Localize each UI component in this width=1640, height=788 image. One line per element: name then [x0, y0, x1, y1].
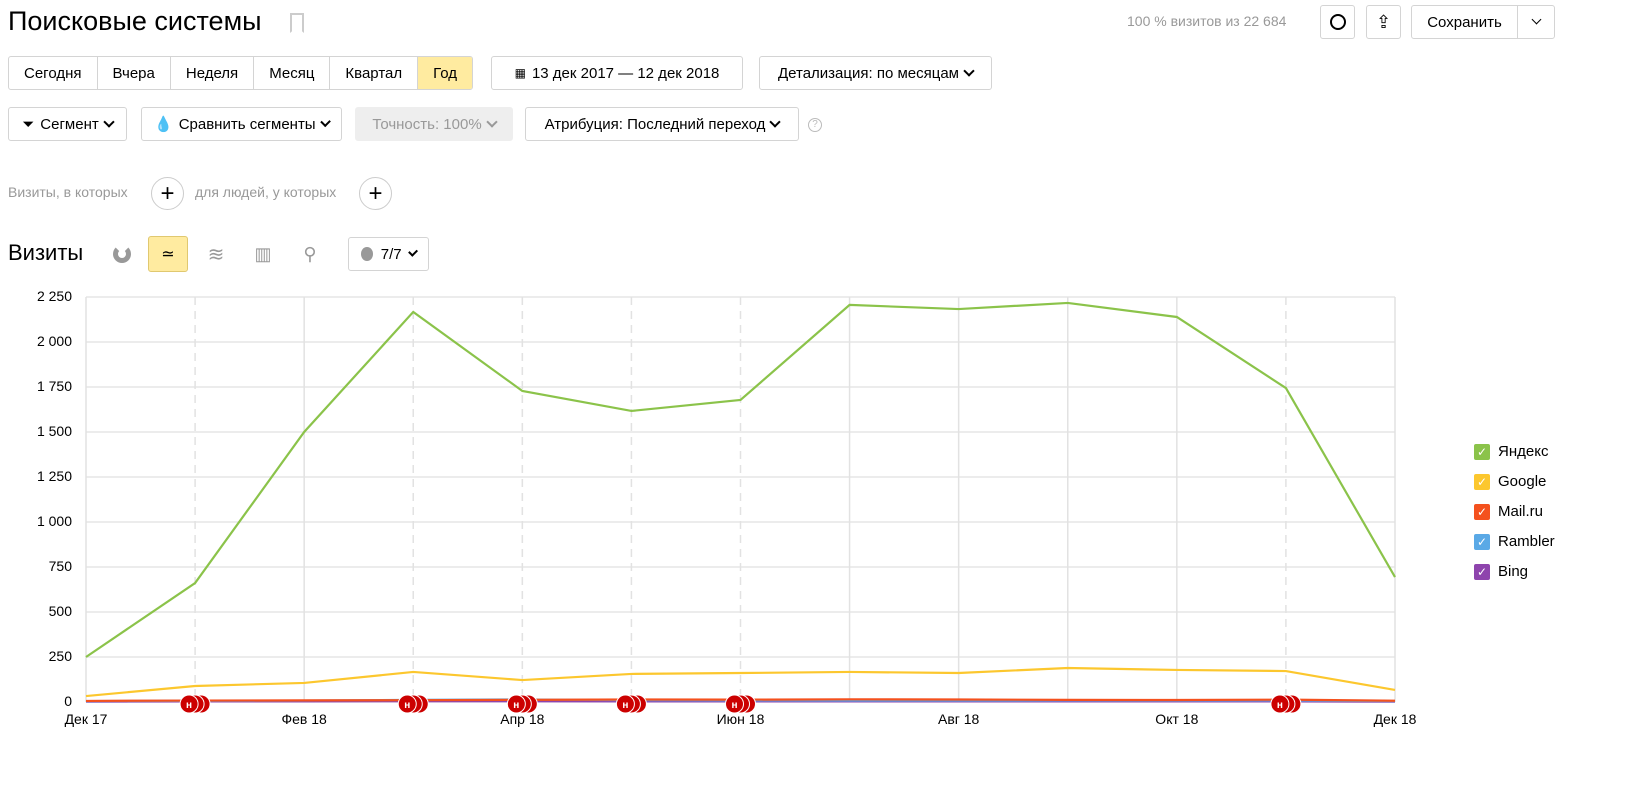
annotation-label: н: [731, 700, 737, 711]
x-tick-label: Авг 18: [937, 711, 980, 727]
y-tick-label: 1 750: [36, 378, 72, 394]
annotation-label: н: [186, 700, 192, 711]
y-tick-label: 0: [64, 693, 72, 709]
y-tick-label: 500: [48, 603, 72, 619]
x-tick-label: Апр 18: [500, 711, 545, 727]
y-tick-label: 1 250: [36, 468, 72, 484]
y-tick-label: 1 000: [36, 513, 72, 529]
annotation-label: н: [513, 700, 519, 711]
legend-label: Rambler: [1498, 533, 1555, 550]
checkbox-icon[interactable]: ✓: [1474, 503, 1490, 520]
legend-item[interactable]: ✓ Google: [1474, 473, 1546, 490]
x-tick-label: Фев 18: [281, 711, 327, 727]
checkbox-icon[interactable]: ✓: [1474, 473, 1490, 490]
checkbox-icon[interactable]: ✓: [1474, 443, 1490, 460]
line-chart: нннннн: [85, 296, 1396, 714]
y-tick-label: 250: [48, 648, 72, 664]
annotation-label: н: [1277, 700, 1283, 711]
legend-item[interactable]: ✓ Rambler: [1474, 533, 1555, 550]
annotation-label: н: [622, 700, 628, 711]
y-tick-label: 2 000: [36, 333, 72, 349]
x-tick-label: Дек 17: [64, 711, 108, 727]
legend-label: Google: [1498, 473, 1547, 490]
legend-label: Mail.ru: [1498, 503, 1544, 520]
legend-item[interactable]: ✓ Mail.ru: [1474, 503, 1543, 520]
legend-item[interactable]: ✓ Яндекс: [1474, 443, 1548, 460]
x-tick-label: Окт 18: [1155, 711, 1199, 727]
legend-label: Bing: [1498, 563, 1529, 580]
y-tick-label: 1 500: [36, 423, 72, 439]
y-tick-label: 750: [48, 558, 72, 574]
legend-label: Яндекс: [1498, 443, 1549, 460]
annotation-label: н: [404, 700, 410, 711]
legend-item[interactable]: ✓ Bing: [1474, 563, 1528, 580]
x-tick-label: Дек 18: [1373, 711, 1417, 727]
y-tick-label: 2 250: [36, 288, 72, 304]
x-tick-label: Июн 18: [716, 711, 765, 727]
checkbox-icon[interactable]: ✓: [1474, 563, 1490, 580]
checkbox-icon[interactable]: ✓: [1474, 533, 1490, 550]
